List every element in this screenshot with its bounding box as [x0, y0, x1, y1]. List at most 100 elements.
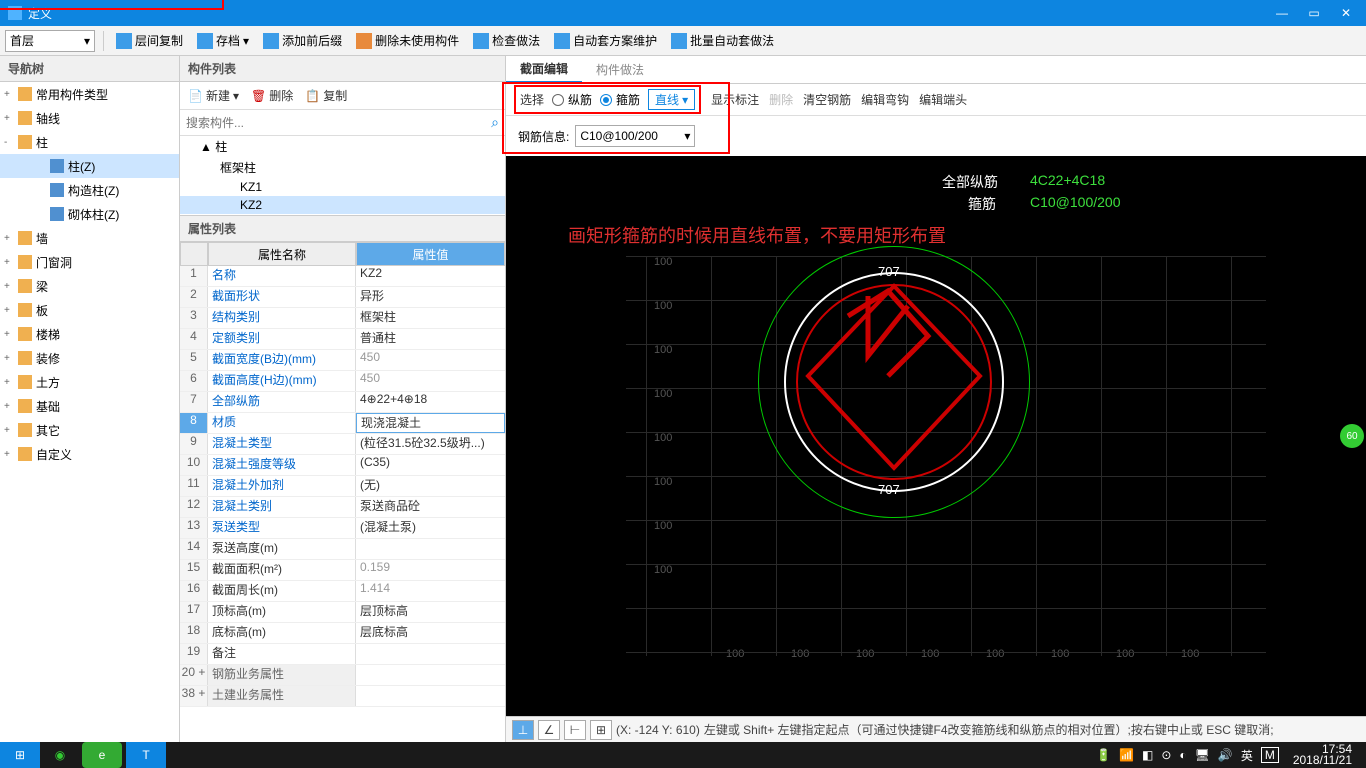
- task-item-3[interactable]: T: [126, 742, 166, 768]
- delete-button[interactable]: 🗑删除: [251, 87, 293, 104]
- comp-list-header: 构件列表: [180, 56, 505, 82]
- property-row[interactable]: 7全部纵筋4⊕22+4⊕18: [180, 392, 505, 413]
- maximize-button[interactable]: ▭: [1302, 3, 1326, 23]
- edit-hook-button[interactable]: 编辑弯钩: [861, 91, 909, 108]
- tab-component-method[interactable]: 构件做法: [582, 56, 658, 83]
- tree-item[interactable]: +土方: [0, 370, 179, 394]
- tree-item[interactable]: +常用构件类型: [0, 82, 179, 106]
- prop-table-header: 属性名称 属性值: [180, 242, 505, 266]
- tree-item[interactable]: +其它: [0, 418, 179, 442]
- property-row[interactable]: 20 +钢筋业务属性: [180, 665, 505, 686]
- property-row[interactable]: 17顶标高(m)层顶标高: [180, 602, 505, 623]
- prop-col-val: 属性值: [356, 242, 505, 266]
- property-row[interactable]: 1名称KZ2: [180, 266, 505, 287]
- search-input[interactable]: [186, 116, 491, 130]
- tree-item[interactable]: +板: [0, 298, 179, 322]
- search-row: ⌕: [180, 110, 505, 136]
- property-row[interactable]: 4定额类别普通柱: [180, 329, 505, 350]
- archive-button[interactable]: 存档▾: [193, 30, 253, 51]
- auto-plan-button[interactable]: 自动套方案维护: [550, 30, 661, 51]
- tree-item[interactable]: +自定义: [0, 442, 179, 466]
- tree-item[interactable]: 柱(Z): [0, 154, 179, 178]
- status-bar: ⊥ ∠ ⊢ ⊞ (X: -124 Y: 610) 左键或 Shift+ 左键指定…: [506, 716, 1366, 742]
- tray-icon-3[interactable]: ⊙: [1161, 748, 1171, 762]
- copy-between-button[interactable]: 层间复制: [112, 30, 187, 51]
- property-row[interactable]: 12混凝土类别泵送商品砼: [180, 497, 505, 518]
- status-btn-1[interactable]: ⊥: [512, 720, 534, 740]
- del-unused-button[interactable]: 删除未使用构件: [352, 30, 463, 51]
- nav-panel: 导航树 +常用构件类型+轴线-柱柱(Z)构造柱(Z)砌体柱(Z)+墙+门窗洞+梁…: [0, 56, 180, 742]
- new-button[interactable]: 📄新建▾: [188, 87, 239, 104]
- property-row[interactable]: 11混凝土外加剂(无): [180, 476, 505, 497]
- tray-icon[interactable]: 🔋: [1096, 748, 1111, 762]
- tree-item[interactable]: +墙: [0, 226, 179, 250]
- add-suffix-button[interactable]: 添加前后缀: [259, 30, 346, 51]
- volume-icon[interactable]: 🔊: [1218, 748, 1233, 762]
- property-row[interactable]: 19备注: [180, 644, 505, 665]
- edit-end-button[interactable]: 编辑端头: [919, 91, 967, 108]
- ime-1[interactable]: 英: [1241, 747, 1253, 764]
- task-item-1[interactable]: ◉: [40, 742, 80, 768]
- search-icon[interactable]: ⌕: [491, 114, 499, 131]
- status-btn-2[interactable]: ∠: [538, 720, 560, 740]
- property-row[interactable]: 18底标高(m)层底标高: [180, 623, 505, 644]
- label-all-rebar-val: 4C22+4C18: [1030, 172, 1105, 188]
- component-tree: ▲ 柱框架柱KZ1KZ2: [180, 136, 505, 216]
- wifi-icon[interactable]: 📶: [1119, 748, 1134, 762]
- minimize-button[interactable]: —: [1270, 3, 1294, 23]
- status-btn-3[interactable]: ⊢: [564, 720, 586, 740]
- property-row[interactable]: 5截面宽度(B边)(mm)450: [180, 350, 505, 371]
- component-item[interactable]: KZ1: [180, 178, 505, 196]
- property-row[interactable]: 38 +土建业务属性: [180, 686, 505, 707]
- property-row[interactable]: 14泵送高度(m): [180, 539, 505, 560]
- tree-item[interactable]: -柱: [0, 130, 179, 154]
- component-item[interactable]: KZ2: [180, 196, 505, 214]
- component-item[interactable]: ▲ 柱: [180, 136, 505, 157]
- close-button[interactable]: ✕: [1334, 3, 1358, 23]
- property-row[interactable]: 13泵送类型(混凝土泵): [180, 518, 505, 539]
- property-table: 1名称KZ22截面形状异形3结构类别框架柱4定额类别普通柱5截面宽度(B边)(m…: [180, 266, 505, 742]
- prop-header: 属性列表: [180, 216, 505, 242]
- tree-item[interactable]: 构造柱(Z): [0, 178, 179, 202]
- property-row[interactable]: 16截面周长(m)1.414: [180, 581, 505, 602]
- label-all-rebar: 全部纵筋: [942, 172, 998, 192]
- tab-section-edit[interactable]: 截面编辑: [506, 56, 582, 83]
- tree-item[interactable]: +门窗洞: [0, 250, 179, 274]
- property-row[interactable]: 15截面面积(m²)0.159: [180, 560, 505, 581]
- property-row[interactable]: 2截面形状异形: [180, 287, 505, 308]
- floor-combo[interactable]: 首层▾: [5, 30, 95, 52]
- tree-item[interactable]: +装修: [0, 346, 179, 370]
- tree-item[interactable]: +梁: [0, 274, 179, 298]
- tree-item[interactable]: 砌体柱(Z): [0, 202, 179, 226]
- batch-auto-button[interactable]: 批量自动套做法: [667, 30, 778, 51]
- property-row[interactable]: 6截面高度(H边)(mm)450: [180, 371, 505, 392]
- component-item[interactable]: 框架柱: [180, 157, 505, 178]
- taskbar: ⊞ ◉ e T 🔋 📶 ◧ ⊙ ◐ 🖥 🔊 英 M 17:54 2018/11/…: [0, 742, 1366, 768]
- clear-rebar-button[interactable]: 清空钢筋: [803, 91, 851, 108]
- tray-icon-4[interactable]: ◐: [1179, 748, 1186, 762]
- canvas[interactable]: 1001001001001001001001001001001001001001…: [506, 156, 1366, 716]
- rebar-info-row: 钢筋信息: C10@100/200▾: [506, 116, 1366, 156]
- delete-rebar-button[interactable]: 删除: [769, 91, 793, 108]
- copy-button[interactable]: 📋复制: [305, 87, 347, 104]
- clock[interactable]: 17:54 2018/11/21: [1287, 744, 1358, 766]
- zoom-badge[interactable]: 60: [1340, 424, 1364, 448]
- status-btn-4[interactable]: ⊞: [590, 720, 612, 740]
- property-row[interactable]: 10混凝土强度等级(C35): [180, 455, 505, 476]
- tree-item[interactable]: +轴线: [0, 106, 179, 130]
- status-coord: (X: -124 Y: 610): [616, 723, 700, 737]
- property-row[interactable]: 8材质现浇混凝土: [180, 413, 505, 434]
- check-method-button[interactable]: 检查做法: [469, 30, 544, 51]
- property-row[interactable]: 3结构类别框架柱: [180, 308, 505, 329]
- tree-item[interactable]: +楼梯: [0, 322, 179, 346]
- tree-item[interactable]: +基础: [0, 394, 179, 418]
- main-toolbar: 首层▾ 层间复制 存档▾ 添加前后缀 删除未使用构件 检查做法 自动套方案维护 …: [0, 26, 1366, 56]
- property-row[interactable]: 9混凝土类型(粒径31.5砼32.5级坍...): [180, 434, 505, 455]
- nav-header: 导航树: [0, 56, 179, 82]
- tray-icon-2[interactable]: ◧: [1142, 748, 1153, 762]
- prop-col-name: 属性名称: [208, 242, 356, 266]
- tray-icon-5[interactable]: 🖥: [1195, 748, 1210, 762]
- ime-2[interactable]: M: [1261, 747, 1279, 763]
- start-button[interactable]: ⊞: [0, 742, 40, 768]
- task-item-2[interactable]: e: [82, 742, 122, 768]
